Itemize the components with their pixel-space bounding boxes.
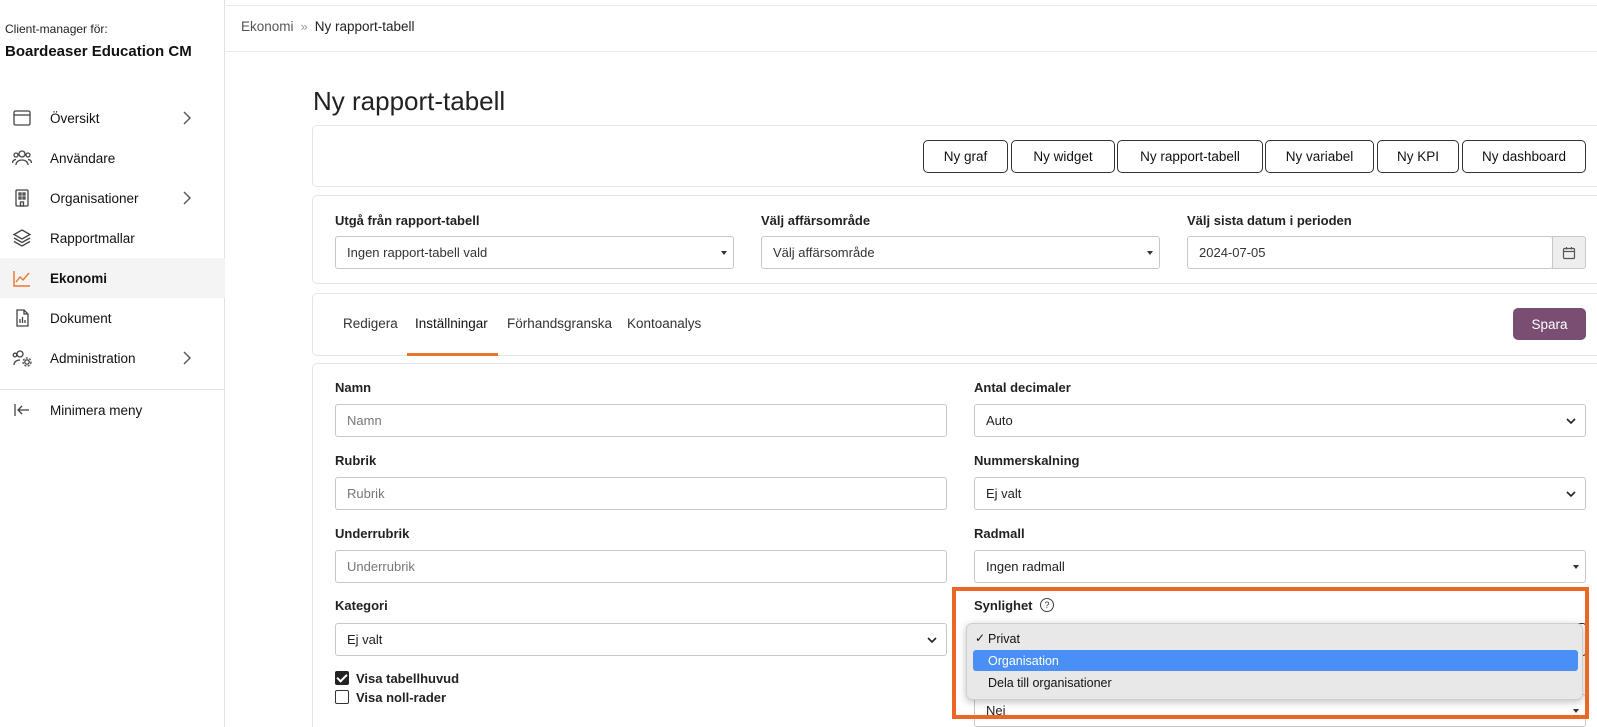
breadcrumb-current: Ny rapport-tabell: [314, 19, 415, 34]
business-area-select[interactable]: Välj affärsområde: [761, 236, 1160, 269]
minimize-menu-label: Minimera meny: [50, 402, 143, 418]
caret-down-icon: [1147, 251, 1153, 255]
layers-icon: [11, 228, 33, 248]
business-area-value: Välj affärsområde: [773, 245, 875, 260]
sidebar-item-label: Dokument: [50, 310, 112, 326]
top-divider: [226, 5, 1597, 6]
show-table-header-checkbox[interactable]: [335, 671, 349, 685]
collapse-left-icon: [11, 400, 33, 420]
caret-down-icon: [721, 251, 727, 255]
row-template-value: Ingen radmall: [986, 559, 1065, 574]
source-table-value: Ingen rapport-tabell vald: [347, 245, 488, 260]
sidebar-item-label: Organisationer: [50, 190, 139, 206]
show-zero-rows-checkbox[interactable]: [335, 690, 349, 704]
show-zero-rows-label: Visa noll-rader: [356, 690, 447, 705]
subheading-input[interactable]: Underrubrik: [335, 550, 947, 583]
period-end-date-value: 2024-07-05: [1199, 245, 1266, 260]
heading-input[interactable]: Rubrik: [335, 477, 947, 510]
breadcrumb: Ekonomi » Ny rapport-tabell: [241, 19, 415, 34]
highlight-box: [952, 587, 1589, 719]
building-icon: [11, 188, 33, 208]
new-variable-button[interactable]: Ny variabel: [1265, 140, 1374, 173]
sidebar-item-anvandare[interactable]: Användare: [0, 138, 225, 178]
source-table-select[interactable]: Ingen rapport-tabell vald: [335, 236, 734, 269]
show-table-header-label: Visa tabellhuvud: [356, 671, 460, 686]
name-input[interactable]: Namn: [335, 404, 947, 437]
chevron-down-icon: [1566, 418, 1576, 425]
new-report-table-button[interactable]: Ny rapport-tabell: [1117, 140, 1263, 173]
row-template-label: Radmall: [974, 526, 1025, 541]
browser-window-icon: [11, 108, 33, 128]
chevron-right-icon: [183, 351, 191, 365]
calendar-icon: [1562, 246, 1576, 259]
breadcrumb-separator: »: [300, 19, 308, 34]
caret-down-icon: [1573, 565, 1579, 569]
sidebar: Client-manager för: Boardeaser Education…: [0, 0, 225, 727]
client-label: Client-manager för:: [5, 22, 108, 36]
client-name: Boardeaser Education CM: [5, 43, 192, 60]
decimals-select[interactable]: Auto: [974, 404, 1586, 437]
page-title: Ny rapport-tabell: [313, 86, 506, 116]
breadcrumb-ekonomi[interactable]: Ekonomi: [241, 19, 294, 34]
sidebar-item-label: Administration: [50, 350, 136, 366]
row-template-select[interactable]: Ingen radmall: [974, 550, 1586, 583]
number-scaling-label: Nummerskalning: [974, 453, 1080, 468]
sidebar-item-rapportmallar[interactable]: Rapportmallar: [0, 218, 225, 258]
sidebar-item-administration[interactable]: Administration: [0, 338, 225, 378]
number-scaling-value: Ej valt: [986, 486, 1022, 501]
heading-label: Rubrik: [335, 453, 377, 468]
sidebar-item-oversikt[interactable]: Översikt: [0, 98, 225, 138]
chevron-right-icon: [183, 111, 191, 125]
tab-redigera[interactable]: Redigera: [343, 316, 398, 331]
tab-forhandsgranska[interactable]: Förhandsgranska: [507, 316, 612, 331]
period-end-date-label: Välj sista datum i perioden: [1187, 213, 1352, 228]
minimize-menu-button[interactable]: Minimera meny: [0, 391, 225, 429]
breadcrumb-divider: [226, 51, 1597, 52]
sidebar-divider: [0, 389, 225, 390]
sidebar-item-organisationer[interactable]: Organisationer: [0, 178, 225, 218]
category-label: Kategori: [335, 598, 388, 613]
category-select[interactable]: Ej valt: [335, 623, 947, 656]
users-icon: [11, 148, 33, 168]
active-tab-indicator: [407, 353, 498, 356]
document-icon: [11, 308, 33, 328]
new-graph-button[interactable]: Ny graf: [923, 140, 1008, 173]
decimals-value: Auto: [986, 413, 1013, 428]
category-value: Ej valt: [347, 632, 383, 647]
decimals-label: Antal decimaler: [974, 380, 1071, 395]
chevron-down-icon: [1566, 491, 1576, 498]
sidebar-item-label: Användare: [50, 150, 116, 166]
sidebar-item-label: Ekonomi: [50, 270, 108, 286]
chevron-right-icon: [183, 191, 191, 205]
new-dashboard-button[interactable]: Ny dashboard: [1462, 140, 1586, 173]
number-scaling-select[interactable]: Ej valt: [974, 477, 1586, 510]
save-button[interactable]: Spara: [1513, 308, 1586, 340]
new-kpi-button[interactable]: Ny KPI: [1377, 140, 1459, 173]
sidebar-nav: Översikt Användare Organisationer Rappor…: [0, 98, 225, 378]
subheading-label: Underrubrik: [335, 526, 410, 541]
period-end-date-input[interactable]: 2024-07-05: [1187, 236, 1553, 269]
sidebar-item-label: Översikt: [50, 110, 100, 126]
source-table-label: Utgå från rapport-tabell: [335, 213, 480, 228]
business-area-label: Välj affärsområde: [761, 213, 871, 228]
tab-kontoanalys[interactable]: Kontoanalys: [627, 316, 701, 331]
sidebar-item-dokument[interactable]: Dokument: [0, 298, 225, 338]
calendar-button[interactable]: [1552, 236, 1586, 269]
chevron-down-icon: [927, 637, 937, 644]
line-chart-icon: [11, 268, 33, 288]
new-widget-button[interactable]: Ny widget: [1011, 140, 1115, 173]
users-gear-icon: [11, 348, 33, 368]
sidebar-item-ekonomi[interactable]: Ekonomi: [0, 258, 225, 298]
name-label: Namn: [335, 380, 372, 395]
sidebar-item-label: Rapportmallar: [50, 230, 135, 246]
tabs-card: [312, 293, 1597, 356]
tab-installningar[interactable]: Inställningar: [415, 316, 488, 331]
